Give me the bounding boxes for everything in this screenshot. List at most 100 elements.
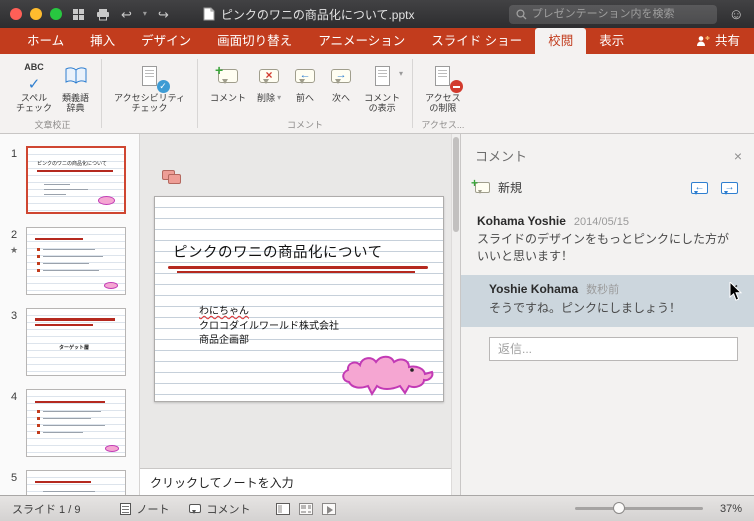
- mouse-cursor: [729, 282, 743, 301]
- normal-view-button[interactable]: [276, 502, 291, 515]
- ribbon-tab-bar: ホーム 挿入 デザイン 画面切り替え アニメーション スライド ショー 校閲 表…: [0, 28, 754, 54]
- comment-item[interactable]: Kohama Yoshie 2014/05/15 スライドのデザインをもっとピン…: [461, 208, 754, 275]
- tab-view[interactable]: 表示: [586, 28, 637, 54]
- share-label: 共有: [714, 34, 740, 48]
- slide-canvas[interactable]: ピンクのワニの商品化について わにちゃん クロコダイルワールド株式会社 商品企画…: [140, 134, 451, 468]
- reply-input[interactable]: [489, 337, 738, 361]
- next-comment-button[interactable]: → 次へ: [323, 61, 359, 104]
- view-switcher: [276, 502, 337, 515]
- comment-header: Kohama Yoshie 2014/05/15: [477, 214, 740, 228]
- comments-panel-title: コメント: [475, 149, 528, 164]
- thesaurus-button[interactable]: 類義語 辞典: [57, 61, 94, 114]
- fullscreen-window-button[interactable]: [50, 8, 62, 20]
- ribbon-group-comments: + コメント × 削除 ▾ ← 前へ → 次へ ▾ コメント の表示 コメント: [198, 54, 412, 133]
- delete-comment-icon: ×: [256, 62, 282, 89]
- slideshow-button[interactable]: [322, 502, 337, 515]
- tab-transitions[interactable]: 画面切り替え: [204, 28, 305, 54]
- tab-animations[interactable]: アニメーション: [305, 28, 418, 54]
- comment-item-selected[interactable]: Yoshie Kohama 数秒前 × そうですね。ピンクにしましょう！: [461, 275, 754, 327]
- tab-home[interactable]: ホーム: [14, 28, 77, 54]
- slide-number: 3: [10, 310, 18, 322]
- previous-comment-button[interactable]: ← 前へ: [287, 61, 323, 104]
- tab-slideshow[interactable]: スライド ショー: [418, 28, 535, 54]
- restrict-access-button[interactable]: アクセス の制限: [420, 61, 466, 114]
- thumbnail-preview[interactable]: [26, 470, 126, 495]
- tab-review[interactable]: 校閲: [535, 28, 587, 54]
- comment-marker-icon[interactable]: [162, 170, 184, 186]
- group-label-proofing: 文章校正: [34, 120, 71, 130]
- slide[interactable]: ピンクのワニの商品化について わにちゃん クロコダイルワールド株式会社 商品企画…: [154, 196, 444, 402]
- scrollbar-thumb[interactable]: [453, 137, 459, 232]
- new-comment-label: 新規: [498, 181, 523, 195]
- slide-editor: ピンクのワニの商品化について わにちゃん クロコダイルワールド株式会社 商品企画…: [140, 134, 451, 495]
- zoom-control: 37%: [575, 502, 742, 515]
- search-input[interactable]: [531, 8, 710, 20]
- print-icon[interactable]: [96, 8, 110, 21]
- slide-number: 4: [10, 391, 18, 403]
- thumbnail-item-4[interactable]: 4: [6, 389, 133, 457]
- reply-box: [461, 327, 754, 369]
- apps-grid-icon[interactable]: [72, 8, 85, 21]
- new-comment-icon: +: [471, 176, 490, 194]
- next-comment-nav-icon[interactable]: →: [721, 181, 738, 195]
- thumbnail-preview[interactable]: ピンクのワニの商品化について: [26, 146, 126, 214]
- slide-number: 2 ★: [9, 229, 19, 255]
- comments-toolbar: + 新規 ← →: [461, 171, 754, 208]
- comments-panel: コメント × + 新規 ← → Kohama Yoshie 2014/05/15…: [460, 134, 754, 495]
- undo-icon[interactable]: ↩: [121, 8, 132, 21]
- comments-toggle[interactable]: コメント: [189, 501, 250, 517]
- panel-new-comment-button[interactable]: + 新規: [471, 176, 523, 196]
- comment-author: Yoshie Kohama: [489, 282, 579, 296]
- accessibility-check-button[interactable]: ✓ アクセシビリティ チェック: [109, 61, 190, 114]
- thumbnail-item-2[interactable]: 2 ★: [6, 227, 133, 295]
- previous-comment-nav-icon[interactable]: ←: [691, 181, 708, 195]
- comments-panel-header: コメント ×: [461, 134, 754, 171]
- close-window-button[interactable]: [10, 8, 22, 20]
- title-underline: [168, 266, 428, 269]
- slide-body-text[interactable]: わにちゃん クロコダイルワールド株式会社 商品企画部: [199, 305, 339, 349]
- slide-sorter-view-button[interactable]: [299, 502, 314, 515]
- share-button[interactable]: 共有: [696, 28, 754, 54]
- delete-comment-button[interactable]: × 削除 ▾: [251, 61, 287, 104]
- notes-toggle[interactable]: ノート: [120, 501, 169, 517]
- thumbnail-preview[interactable]: [26, 227, 126, 295]
- tab-design[interactable]: デザイン: [128, 28, 204, 54]
- comment-navigation: ← →: [691, 181, 738, 195]
- vertical-scrollbar[interactable]: [451, 134, 460, 495]
- thumbnail-item-1[interactable]: 1 ピンクのワニの商品化について: [6, 146, 133, 214]
- notes-pane[interactable]: クリックしてノートを入力: [140, 468, 451, 495]
- thumbnail-preview[interactable]: [26, 389, 126, 457]
- thesaurus-book-icon: [63, 62, 89, 89]
- notes-icon: [120, 502, 132, 515]
- zoom-level[interactable]: 37%: [712, 503, 742, 515]
- notes-placeholder: クリックしてノートを入力: [150, 475, 294, 490]
- thumbnail-item-3[interactable]: 3 ターゲット層: [6, 308, 133, 376]
- thumbnail-item-5[interactable]: 5: [6, 470, 133, 495]
- ribbon: ABC ✓ スペル チェック 類義語 辞典 文章校正 ✓ アクセシビリティ チェッ…: [0, 54, 754, 134]
- show-comments-button[interactable]: ▾ コメント の表示: [359, 61, 405, 114]
- undo-caret-icon[interactable]: ▾: [143, 10, 147, 18]
- comment-text: スライドのデザインをもっとピンクにした方がいいと思います！: [477, 232, 730, 263]
- feedback-smiley-icon[interactable]: ☺: [729, 7, 744, 22]
- new-comment-button[interactable]: + コメント: [205, 61, 251, 104]
- comment-header: Yoshie Kohama 数秒前 ×: [489, 281, 740, 297]
- delete-caret-icon[interactable]: ▾: [277, 94, 281, 102]
- zoom-slider[interactable]: [575, 502, 703, 514]
- pink-crocodile-illustration[interactable]: [339, 353, 435, 399]
- search-box[interactable]: [508, 4, 717, 24]
- document-icon: [203, 7, 215, 21]
- window-title-text: ピンクのワニの商品化について.pptx: [220, 7, 415, 22]
- thumbnail-preview[interactable]: ターゲット層: [26, 308, 126, 376]
- restrict-access-icon: [430, 62, 463, 93]
- ribbon-group-access: アクセス の制限 アクセス...: [413, 54, 473, 133]
- minimize-window-button[interactable]: [30, 8, 42, 20]
- zoom-knob[interactable]: [613, 502, 626, 514]
- slide-title[interactable]: ピンクのワニの商品化について: [173, 241, 383, 262]
- slide-number: 1: [10, 148, 18, 160]
- comments-panel-close-button[interactable]: ×: [734, 149, 742, 163]
- tab-insert[interactable]: 挿入: [77, 28, 128, 54]
- group-label-access: アクセス...: [421, 120, 465, 130]
- redo-icon[interactable]: ↪: [158, 8, 169, 21]
- spell-check-button[interactable]: ABC ✓ スペル チェック: [11, 61, 57, 114]
- titlebar: ↩ ▾ ↪ ピンクのワニの商品化について.pptx ☺: [0, 0, 754, 28]
